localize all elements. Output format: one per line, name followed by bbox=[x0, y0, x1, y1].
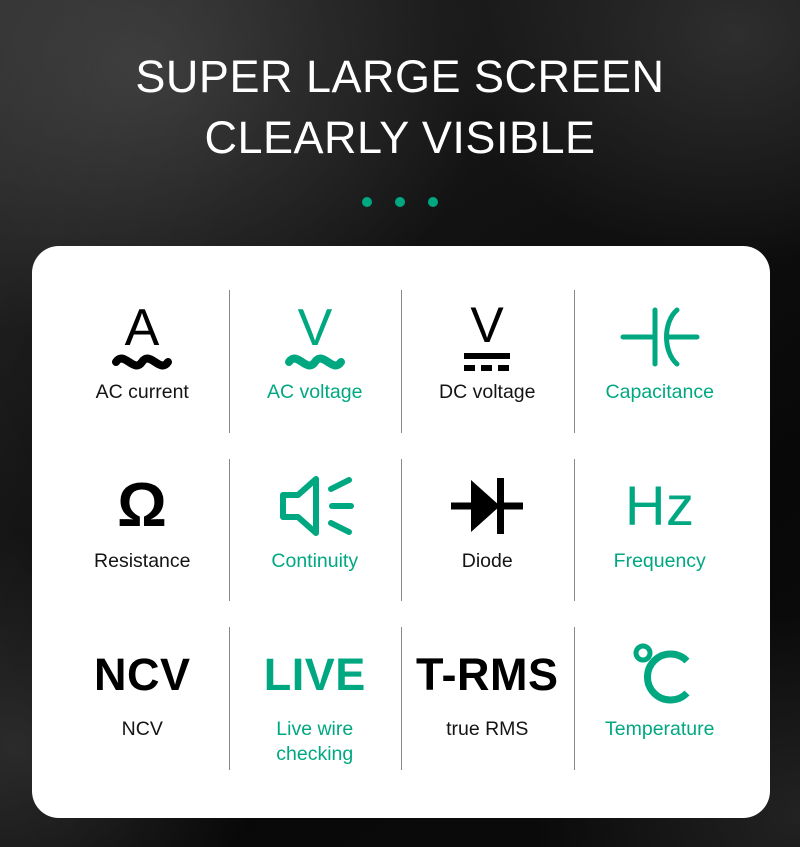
feature-diode[interactable]: Diode bbox=[401, 451, 574, 620]
feature-true-rms[interactable]: T-RMS true RMS bbox=[401, 619, 574, 788]
feature-ac-voltage[interactable]: V AC voltage bbox=[228, 282, 402, 451]
feature-dc-voltage[interactable]: V DC voltage bbox=[401, 282, 574, 451]
ac-current-icon: A bbox=[105, 298, 179, 376]
feature-label: NCV bbox=[121, 718, 163, 741]
ohm-icon: Ω bbox=[117, 467, 167, 545]
feature-label: AC current bbox=[95, 381, 189, 403]
feature-label: DC voltage bbox=[439, 381, 536, 403]
feature-label: Continuity bbox=[271, 549, 359, 572]
feature-label: Live wire checking bbox=[276, 718, 354, 766]
feature-label: Temperature bbox=[605, 718, 715, 741]
svg-text:A: A bbox=[125, 299, 160, 357]
hertz-icon: Hz bbox=[625, 467, 694, 545]
feature-temperature[interactable]: Temperature bbox=[573, 619, 747, 788]
ohm-glyph: Ω bbox=[117, 470, 168, 540]
capacitor-icon bbox=[617, 298, 703, 376]
page-title: SUPER LARGE SCREEN CLEARLY VISIBLE bbox=[135, 51, 665, 163]
hero-header: SUPER LARGE SCREEN CLEARLY VISIBLE bbox=[0, 0, 800, 207]
feature-label: Capacitance bbox=[605, 381, 714, 403]
dc-voltage-icon: V bbox=[450, 298, 524, 376]
live-icon: LIVE bbox=[264, 635, 366, 713]
carousel-dots[interactable] bbox=[0, 197, 800, 207]
feature-label: Diode bbox=[461, 549, 513, 572]
ac-voltage-icon: V bbox=[278, 298, 352, 376]
feature-live-wire[interactable]: LIVE Live wire checking bbox=[228, 619, 402, 788]
feature-capacitance[interactable]: Capacitance bbox=[573, 282, 747, 451]
feature-label: true RMS bbox=[446, 718, 529, 741]
trms-icon: T-RMS bbox=[416, 635, 559, 713]
feature-label: Frequency bbox=[613, 549, 706, 572]
feature-ncv[interactable]: NCV NCV bbox=[56, 619, 229, 788]
feature-resistance[interactable]: Ω Resistance bbox=[56, 451, 229, 620]
feature-card: A AC current V AC voltage V DC voltage C… bbox=[32, 246, 770, 818]
trms-glyph: T-RMS bbox=[416, 648, 559, 700]
svg-text:V: V bbox=[297, 299, 332, 357]
carousel-dot-3[interactable] bbox=[428, 197, 438, 207]
carousel-dot-2[interactable] bbox=[395, 197, 405, 207]
diode-icon bbox=[445, 467, 529, 545]
live-glyph: LIVE bbox=[263, 648, 366, 700]
ncv-icon: NCV bbox=[94, 635, 191, 713]
carousel-dot-1[interactable] bbox=[362, 197, 372, 207]
hertz-glyph: Hz bbox=[625, 473, 695, 537]
feature-row-2: Ω Resistance Continuity Diode Hz Frequen… bbox=[56, 451, 746, 620]
feature-row-3: NCV NCV LIVE Live wire checking T-RMS tr… bbox=[56, 619, 746, 788]
feature-frequency[interactable]: Hz Frequency bbox=[573, 451, 747, 620]
feature-label: Resistance bbox=[94, 549, 191, 572]
feature-row-1: A AC current V AC voltage V DC voltage C… bbox=[56, 282, 746, 451]
svg-text:V: V bbox=[471, 298, 505, 353]
feature-continuity[interactable]: Continuity bbox=[228, 451, 402, 620]
feature-ac-current[interactable]: A AC current bbox=[56, 282, 229, 451]
feature-label: AC voltage bbox=[267, 381, 363, 403]
speaker-icon bbox=[271, 467, 359, 545]
temperature-icon bbox=[621, 635, 699, 713]
ncv-glyph: NCV bbox=[93, 648, 191, 700]
